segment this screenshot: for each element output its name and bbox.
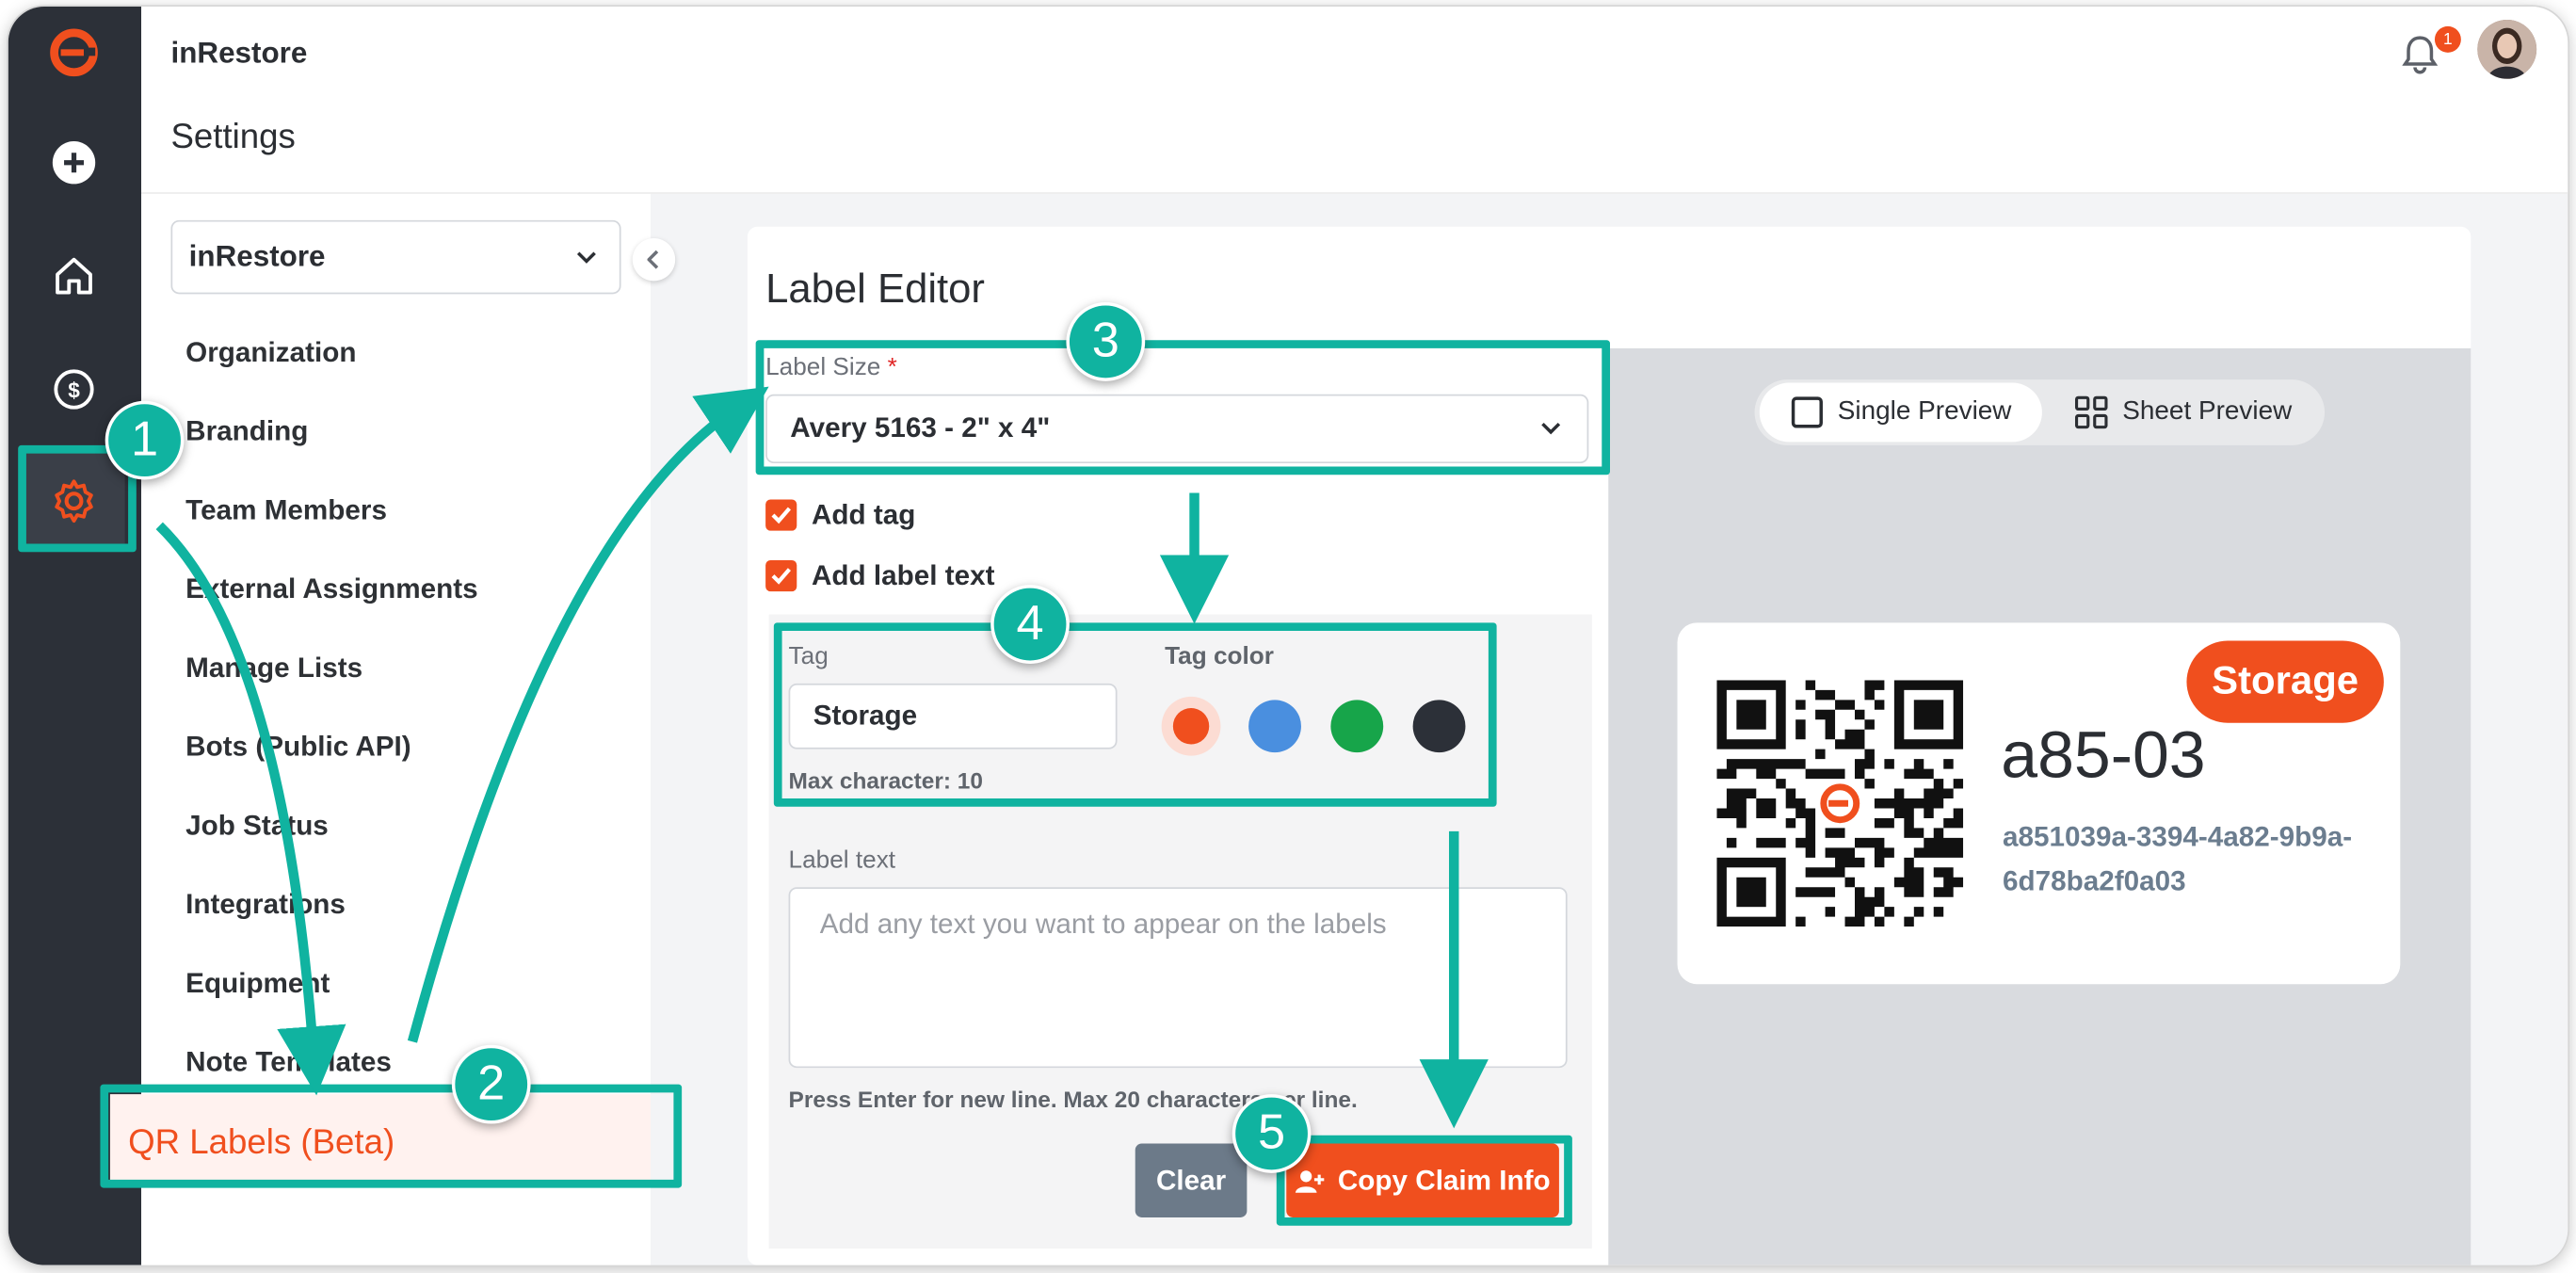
step-5-badge: 5 — [1232, 1094, 1312, 1173]
app-window: $ inRestore Settings 1 inRestore Organiz… — [8, 6, 2568, 1265]
step-2-badge: 2 — [451, 1044, 531, 1124]
step-4-badge: 4 — [990, 585, 1070, 664]
step-1-badge: 1 — [105, 400, 185, 480]
annotation-arrows — [155, 386, 1489, 1129]
arrow-1-to-2 — [155, 522, 346, 1096]
arrow-2-to-3 — [407, 386, 769, 1043]
step-3-badge: 3 — [1066, 302, 1146, 381]
screenshot-stage: $ inRestore Settings 1 inRestore Organiz… — [0, 0, 2576, 1273]
